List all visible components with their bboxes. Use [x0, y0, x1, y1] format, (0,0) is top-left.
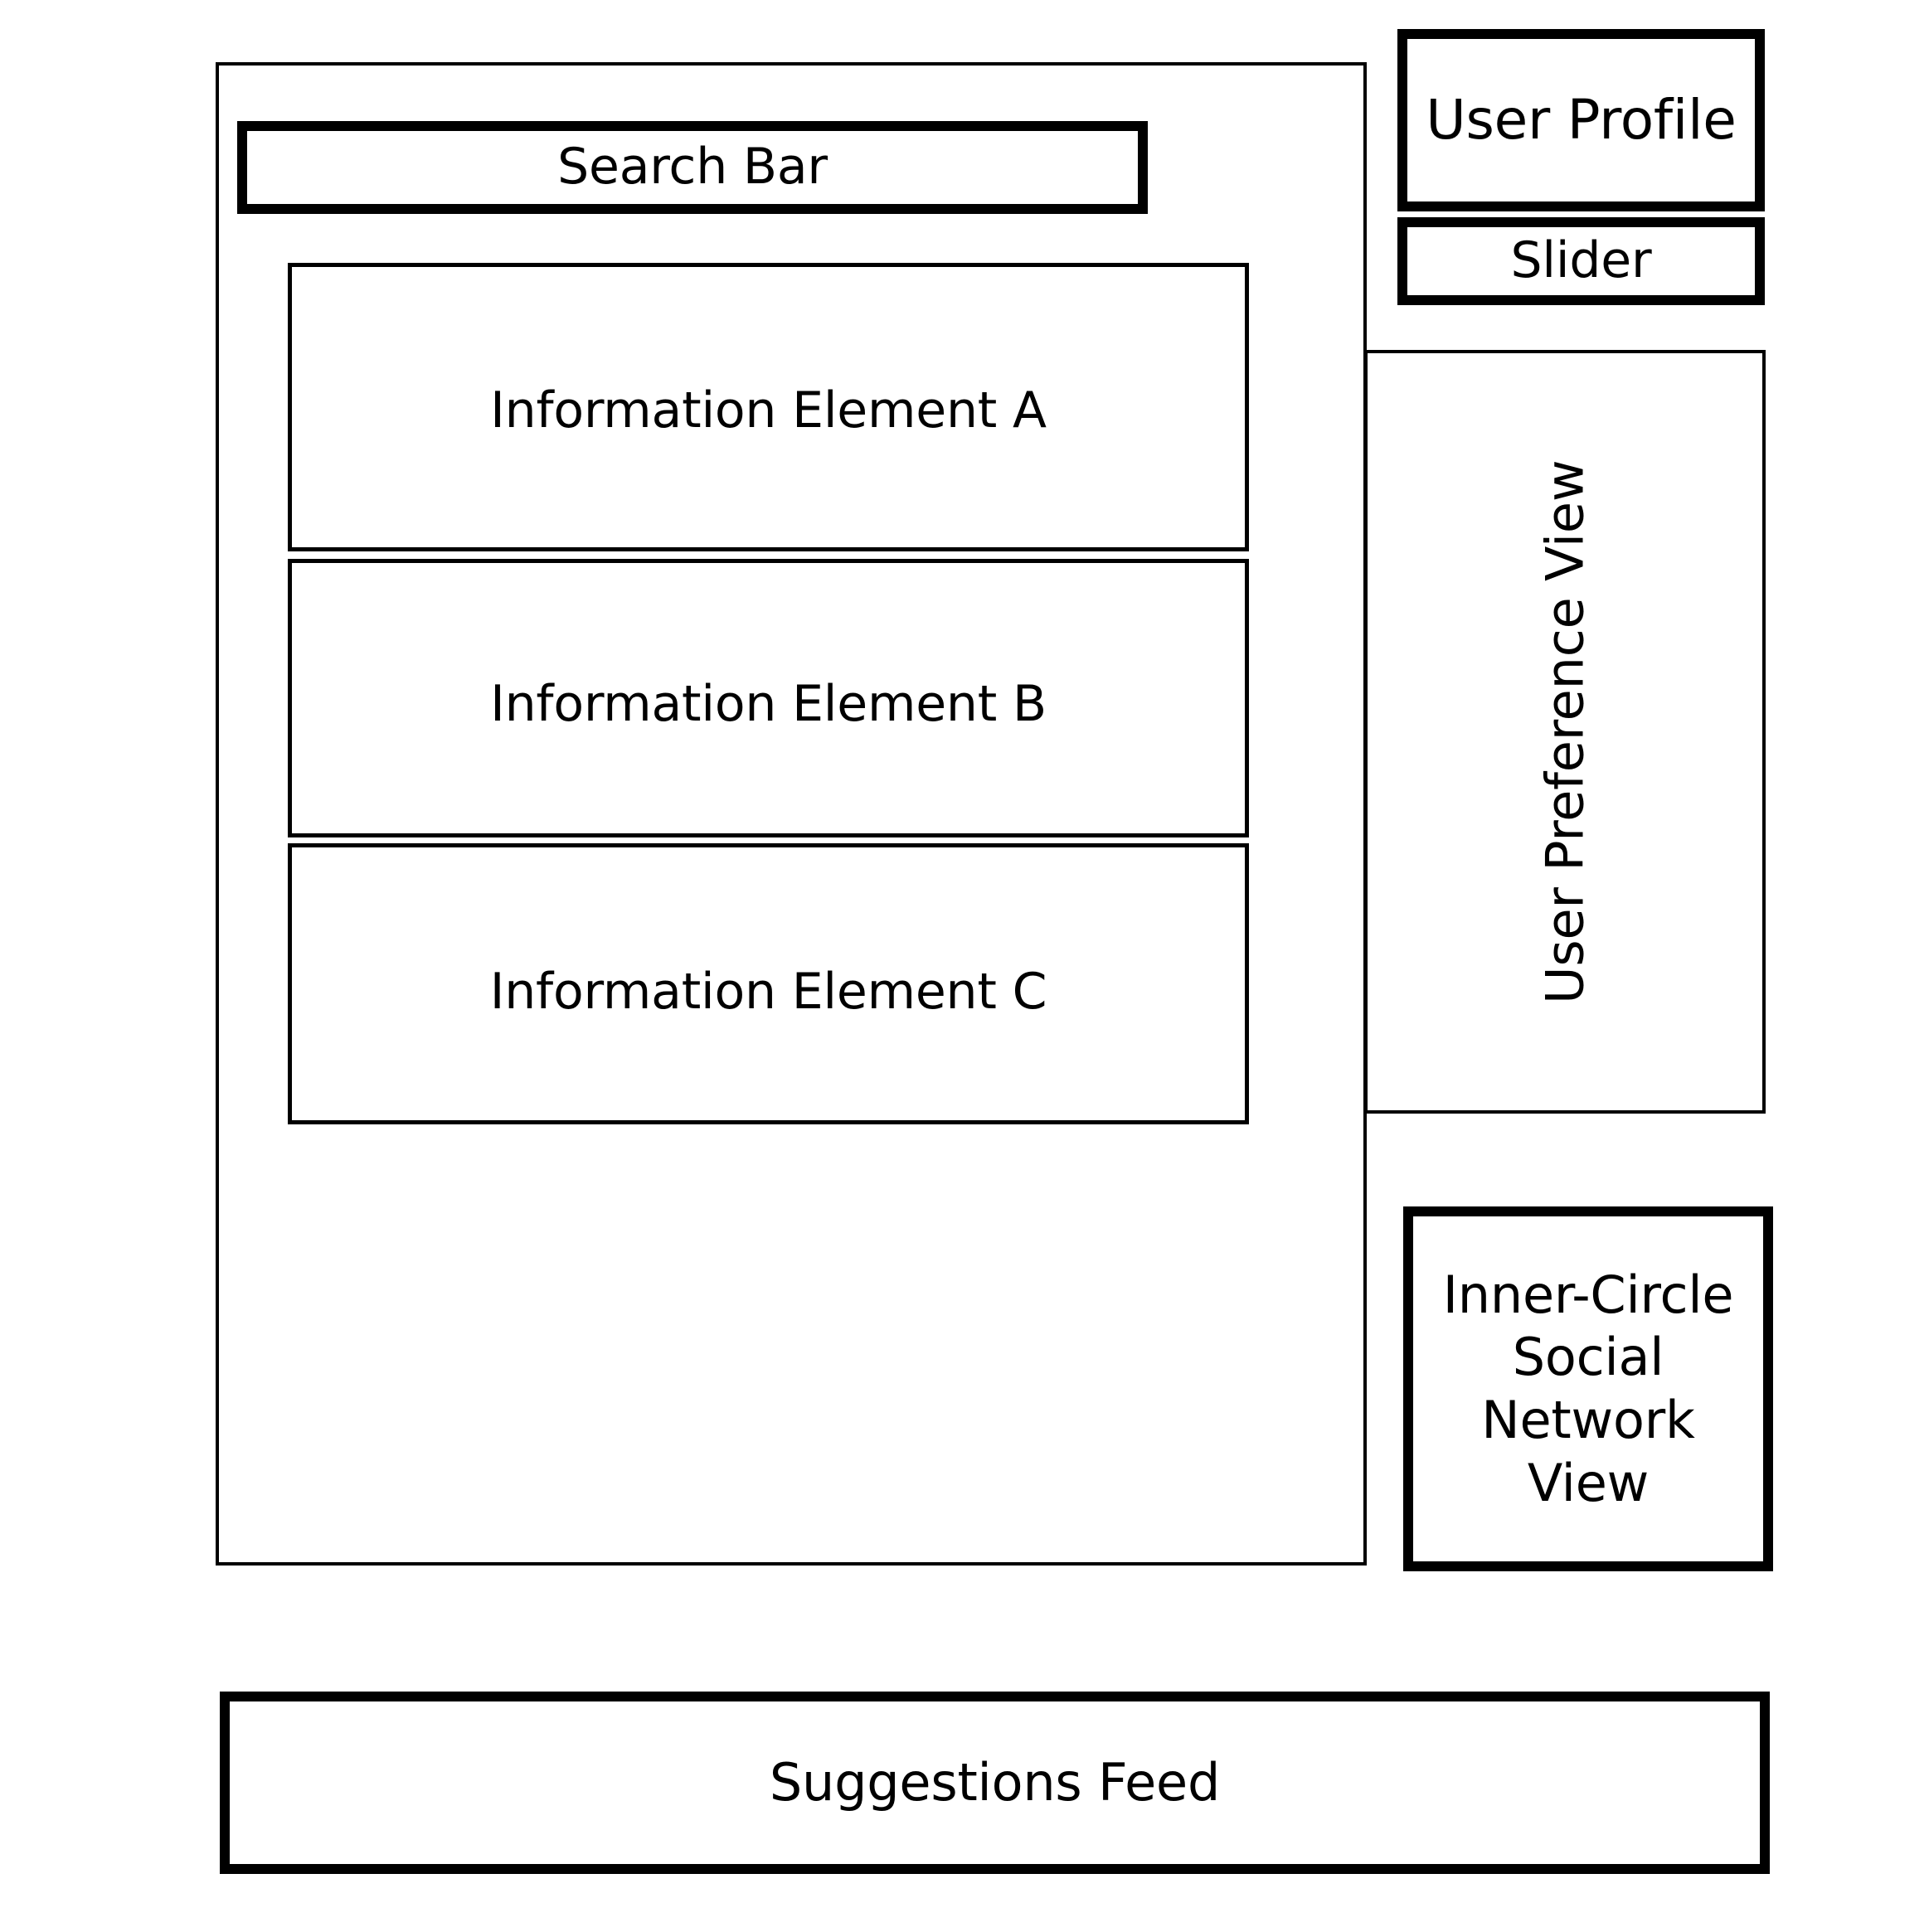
- information-element-a-label: Information Element A: [490, 381, 1047, 440]
- suggestions-feed-label: Suggestions Feed: [769, 1752, 1221, 1813]
- user-profile-panel[interactable]: User Profile: [1397, 29, 1765, 211]
- user-profile-label: User Profile: [1426, 88, 1737, 153]
- wireframe-canvas: Search Bar Information Element A Informa…: [0, 0, 1929, 1932]
- information-element-c-label: Information Element C: [489, 962, 1047, 1021]
- information-element-list: Information Element A Information Elemen…: [288, 263, 1249, 1124]
- slider-label: Slider: [1510, 231, 1652, 290]
- user-preference-view-panel[interactable]: User Preference View: [1364, 350, 1766, 1114]
- information-element-a[interactable]: Information Element A: [288, 263, 1249, 551]
- information-element-c[interactable]: Information Element C: [288, 843, 1249, 1124]
- suggestions-feed-panel[interactable]: Suggestions Feed: [220, 1692, 1770, 1874]
- inner-circle-social-network-view-panel[interactable]: Inner-Circle Social Network View: [1403, 1206, 1773, 1571]
- main-content-container: Search Bar Information Element A Informa…: [216, 62, 1367, 1566]
- search-bar-label: Search Bar: [557, 138, 828, 197]
- search-bar[interactable]: Search Bar: [237, 121, 1148, 214]
- information-element-b-label: Information Element B: [490, 675, 1047, 734]
- inner-circle-social-network-view-label: Inner-Circle Social Network View: [1442, 1264, 1734, 1513]
- information-element-b[interactable]: Information Element B: [288, 559, 1249, 837]
- user-preference-view-label: User Preference View: [1534, 459, 1596, 1004]
- slider-control[interactable]: Slider: [1397, 217, 1765, 305]
